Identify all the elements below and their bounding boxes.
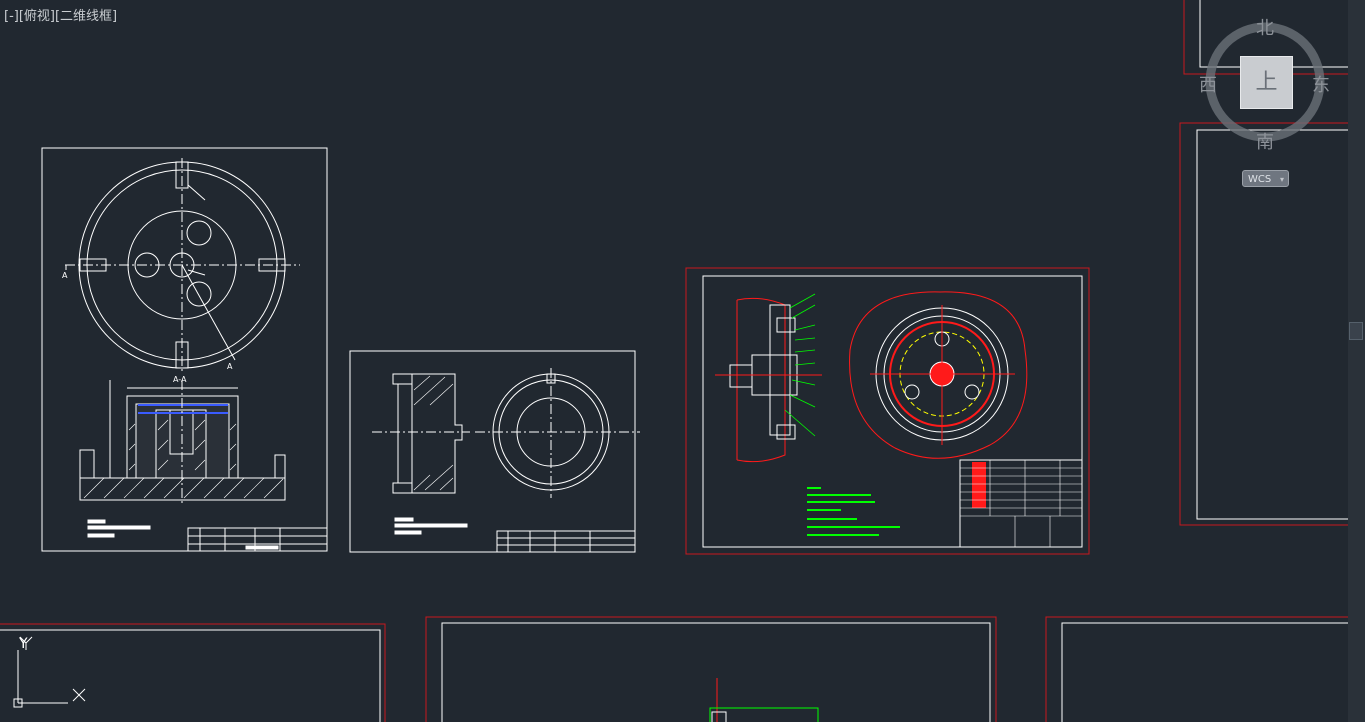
scrollbar-thumb[interactable] [1349, 322, 1363, 340]
chevron-down-icon: ▾ [1279, 175, 1284, 184]
section-marker-right: A [227, 362, 233, 371]
viewcube-north-label[interactable]: 北 [1256, 14, 1274, 40]
section-marker-left: A [62, 271, 68, 280]
viewcube-top-face[interactable]: 上 [1240, 56, 1293, 109]
model-space-canvas[interactable]: A A A-A Y [0, 0, 1348, 722]
viewcube-east-label[interactable]: 东 [1312, 71, 1330, 97]
layout-frame-bottom-right [1045, 616, 1348, 722]
viewcube-south-label[interactable]: 南 [1256, 128, 1274, 154]
section-view-label: A-A [173, 375, 187, 384]
vertical-scrollbar[interactable] [1348, 0, 1365, 722]
drawing-sheet-2 [349, 350, 640, 553]
ucs-y-label: Y [18, 636, 28, 652]
viewcube-west-label[interactable]: 西 [1199, 71, 1217, 97]
drawing-sheet-3 [685, 267, 1090, 555]
layout-frame-bottom-center [425, 616, 997, 722]
wcs-label: WCS [1248, 174, 1272, 185]
layout-frame-bottom-left [0, 623, 386, 722]
wcs-menu-button[interactable]: WCS ▾ [1242, 170, 1289, 187]
drawing-sheet-1 [41, 147, 328, 552]
